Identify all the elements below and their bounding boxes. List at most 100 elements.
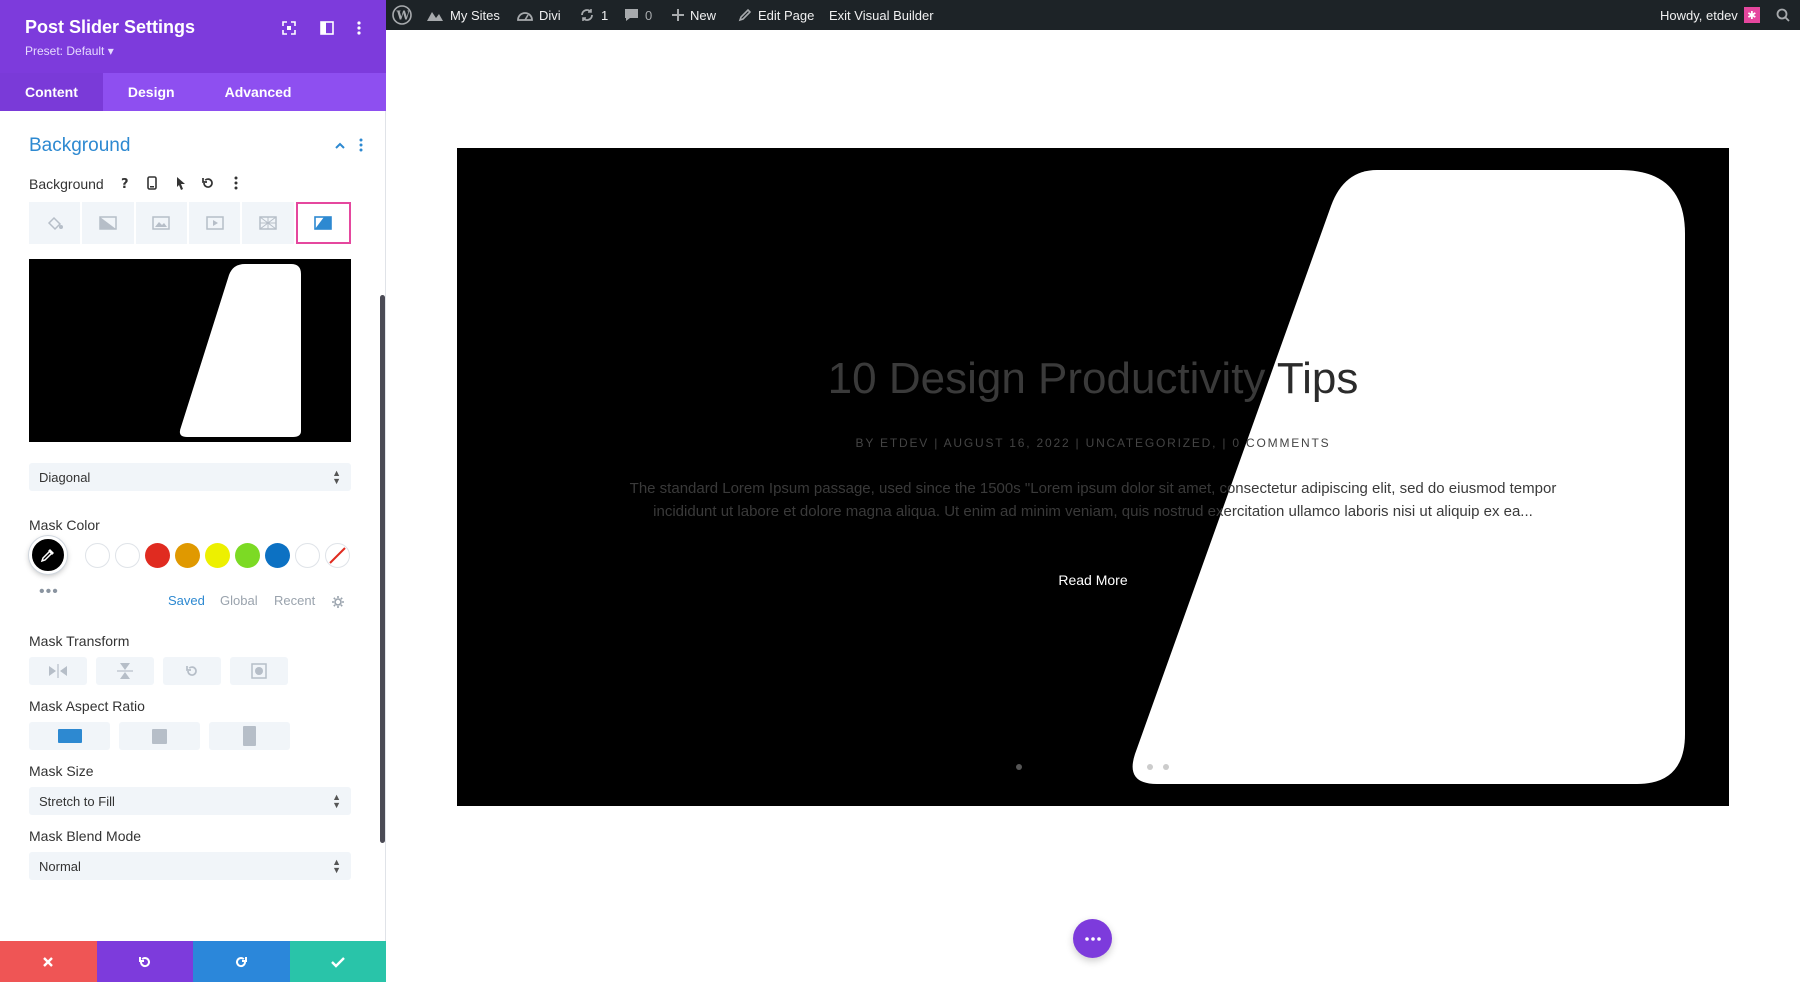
section-more-icon[interactable] (359, 138, 369, 154)
swatch-none-icon[interactable] (325, 543, 350, 568)
avatar: ✱ (1743, 7, 1760, 23)
slider-dot[interactable] (1016, 764, 1022, 770)
mask-aspect-ratio-label: Mask Aspect Ratio (29, 698, 145, 714)
slider-dot[interactable] (1163, 764, 1169, 770)
wp-admin-bar: W My Sites Divi 1 0 New Edit Page Exit V… (386, 0, 1800, 30)
aspect-ratio-buttons (29, 722, 290, 750)
aspect-portrait-icon[interactable] (209, 722, 290, 750)
color-swatches: ••• (29, 536, 359, 600)
read-more-button[interactable]: Read More (457, 572, 1729, 588)
responsive-icon[interactable] (143, 174, 161, 192)
swatch-yellow[interactable] (205, 543, 230, 568)
panel-header: Post Slider Settings Preset: Default ▾ (0, 0, 386, 73)
palette-tab-recent[interactable]: Recent (274, 593, 315, 608)
exit-vb-label: Exit Visual Builder (829, 7, 934, 23)
redo-button[interactable] (193, 941, 290, 982)
palette-settings-icon[interactable] (329, 593, 347, 611)
palette-tab-global[interactable]: Global (220, 593, 258, 608)
section-title-background[interactable]: Background (29, 135, 130, 157)
background-label: Background (29, 176, 104, 192)
bg-video-icon[interactable] (188, 202, 241, 244)
bg-pattern-icon[interactable] (242, 202, 294, 244)
divi-menu[interactable]: Divi (517, 0, 561, 30)
panel-scrollbar[interactable] (380, 295, 385, 843)
pencil-icon (738, 8, 752, 22)
palette-tab-saved[interactable]: Saved (168, 593, 205, 608)
help-icon[interactable]: ? (116, 174, 134, 192)
mask-blend-value: Normal (39, 859, 81, 874)
bg-color-icon[interactable] (29, 202, 81, 244)
mask-transform-buttons (29, 657, 288, 685)
color-picker-icon[interactable] (29, 536, 67, 574)
post-slider[interactable]: 10 Design Productivity Tips BY ETDEV | A… (457, 148, 1729, 806)
updates-icon (579, 7, 595, 23)
close-icon (43, 956, 54, 967)
invert-icon[interactable] (230, 657, 288, 685)
flip-vertical-icon[interactable] (96, 657, 154, 685)
mask-size-value: Stretch to Fill (39, 794, 115, 809)
new-content-menu[interactable]: New (672, 0, 716, 30)
chevron-up-icon[interactable] (334, 139, 348, 153)
exit-visual-builder-link[interactable]: Exit Visual Builder (829, 0, 934, 30)
panel-body: Background Background ? Diagonal ▲ ▼ Mas… (0, 111, 386, 941)
comments-menu[interactable]: 0 (624, 0, 652, 30)
slider-dot[interactable] (1147, 764, 1153, 770)
swatch-blue[interactable] (265, 543, 290, 568)
plus-icon (672, 9, 684, 21)
mask-color-label: Mask Color (29, 517, 100, 533)
mask-size-select[interactable]: Stretch to Fill ▲ ▼ (29, 787, 351, 815)
swatch-white[interactable] (85, 543, 110, 568)
swatch-red[interactable] (145, 543, 170, 568)
sites-icon (426, 8, 444, 22)
hover-cursor-icon[interactable] (172, 174, 190, 192)
divi-label: Divi (539, 7, 561, 23)
save-button[interactable] (289, 941, 386, 982)
updates-menu[interactable]: 1 (579, 0, 608, 30)
tab-advanced[interactable]: Advanced (200, 73, 317, 111)
tab-content[interactable]: Content (0, 73, 103, 111)
svg-text:W: W (396, 9, 411, 23)
fullscreen-icon[interactable] (279, 18, 299, 38)
aspect-landscape-icon[interactable] (29, 722, 110, 750)
updates-count: 1 (601, 7, 609, 23)
swatch-orange[interactable] (175, 543, 200, 568)
mask-style-select[interactable]: Diagonal ▲ ▼ (29, 463, 351, 491)
preset-dropdown[interactable]: Preset: Default ▾ (25, 44, 114, 58)
dashboard-icon (517, 8, 533, 22)
discard-button[interactable] (0, 941, 97, 982)
bg-mask-icon[interactable] (295, 202, 351, 244)
aspect-square-icon[interactable] (119, 722, 200, 750)
my-sites-menu[interactable]: My Sites (426, 0, 500, 30)
select-arrows-icon: ▲ ▼ (332, 792, 341, 810)
more-options-icon[interactable] (349, 18, 369, 38)
comment-icon (624, 8, 639, 22)
more-colors-icon[interactable]: ••• (39, 583, 59, 601)
svg-text:?: ? (121, 177, 129, 190)
undo-icon (138, 956, 150, 967)
slide-title-part2: Tips (1265, 354, 1359, 403)
mask-size-label: Mask Size (29, 763, 94, 779)
search-icon[interactable] (1776, 0, 1790, 30)
swatch-green[interactable] (235, 543, 260, 568)
tab-design[interactable]: Design (103, 73, 200, 111)
account-menu[interactable]: Howdy, etdev ✱ (1660, 0, 1760, 30)
panel-footer (0, 941, 386, 982)
reset-icon[interactable] (199, 174, 217, 192)
undo-button[interactable] (96, 941, 193, 982)
edit-page-link[interactable]: Edit Page (738, 0, 814, 30)
wordpress-logo-icon[interactable]: W (392, 0, 412, 30)
mask-style-value: Diagonal (39, 470, 91, 485)
page-settings-button[interactable] (1073, 919, 1112, 958)
bg-image-icon[interactable] (135, 202, 187, 244)
flip-horizontal-icon[interactable] (29, 657, 87, 685)
mask-transform-label: Mask Transform (29, 633, 130, 649)
split-view-icon[interactable] (317, 18, 337, 38)
swatch-white[interactable] (295, 543, 320, 568)
rotate-icon[interactable] (163, 657, 221, 685)
howdy-label: Howdy, etdev (1660, 7, 1738, 23)
field-more-icon[interactable] (227, 174, 245, 192)
swatch-white[interactable] (115, 543, 140, 568)
mask-blend-select[interactable]: Normal ▲ ▼ (29, 852, 351, 880)
bg-gradient-icon[interactable] (82, 202, 134, 244)
mask-blend-label: Mask Blend Mode (29, 828, 142, 844)
